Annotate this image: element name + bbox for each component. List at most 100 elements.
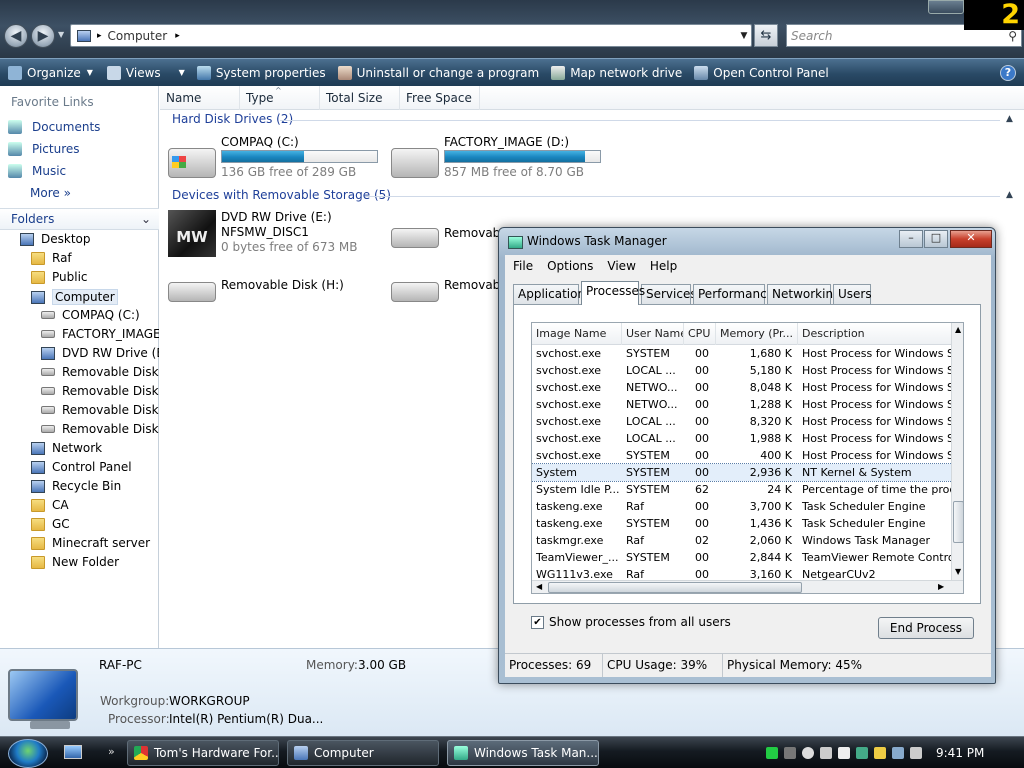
process-row[interactable]: taskeng.exe SYSTEM 00 1,436 K Task Scheduler…	[532, 515, 952, 532]
show-desktop-icon[interactable]	[64, 745, 82, 759]
menu-file[interactable]: File	[513, 259, 533, 273]
end-process-button[interactable]: End Process	[878, 617, 974, 639]
process-row[interactable]: TeamViewer_... SYSTEM 00 2,844 K TeamViewer …	[532, 549, 952, 566]
favorite-link-documents[interactable]: Documents	[8, 120, 100, 134]
group-hard-disk-drives[interactable]: Hard Disk Drives (2)	[172, 112, 293, 126]
network-icon[interactable]	[892, 747, 904, 759]
folder-tree-item[interactable]: Recycle Bin	[0, 479, 159, 493]
breadcrumb-arrow-icon[interactable]: ▸	[175, 31, 180, 41]
show-all-processes-option[interactable]: ✔ Show processes from all users	[531, 615, 731, 629]
tray-app-icon[interactable]	[856, 747, 868, 759]
scroll-down-icon[interactable]: ▼	[955, 567, 961, 576]
tray-app-icon[interactable]	[820, 747, 832, 759]
refresh-button[interactable]: ⇆	[754, 24, 778, 47]
cpu-meter-icon[interactable]	[766, 747, 778, 759]
recent-pages-dropdown-icon[interactable]: ▼	[58, 30, 64, 39]
minimize-button[interactable]	[928, 0, 964, 14]
more-link[interactable]: More »	[30, 186, 71, 200]
process-row[interactable]: svchost.exe SYSTEM 00 400 K Host Process for…	[532, 447, 952, 464]
address-bar[interactable]: ▸ Computer ▸ ▼	[70, 24, 752, 47]
help-icon[interactable]: ?	[1000, 64, 1016, 81]
process-row[interactable]: svchost.exe LOCAL ... 00 1,988 K Host Proces…	[532, 430, 952, 447]
scroll-up-icon[interactable]: ▲	[955, 325, 961, 334]
folder-tree-item[interactable]: Public	[0, 270, 159, 284]
column-image-name[interactable]: Image Name	[532, 323, 622, 345]
map-network-drive-button[interactable]: Map network drive	[551, 61, 682, 85]
collapse-group-icon[interactable]: ▲	[1006, 114, 1013, 124]
tab-performance[interactable]: Performance	[693, 284, 774, 304]
process-row[interactable]: System SYSTEM 00 2,936 K NT Kernel & System	[532, 463, 952, 482]
system-properties-button[interactable]: System properties	[196, 61, 326, 85]
folder-tree-item[interactable]: FACTORY_IMAGE	[0, 327, 159, 341]
clock[interactable]: 9:41 PM	[936, 746, 984, 760]
folder-tree-item[interactable]: New Folder	[0, 555, 159, 569]
volume-icon[interactable]	[910, 747, 922, 759]
drive-d[interactable]: FACTORY_IMAGE (D:) 857 MB free of 8.70 G…	[391, 134, 611, 179]
process-row[interactable]: svchost.exe LOCAL ... 00 5,180 K Host Proces…	[532, 362, 952, 379]
folder-tree-item[interactable]: Minecraft server	[0, 536, 159, 550]
process-row[interactable]: svchost.exe NETWO... 00 8,048 K Host Process…	[532, 379, 952, 396]
folder-tree-item[interactable]: Removable Disk (F	[0, 365, 159, 379]
tab-users[interactable]: Users	[833, 284, 872, 304]
collapse-group-icon[interactable]: ▲	[1006, 190, 1013, 200]
process-row[interactable]: WG111v3.exe Raf 00 3,160 K NetgearCUv2	[532, 566, 952, 580]
column-memory[interactable]: Memory (Pr...	[716, 323, 798, 345]
tab-processes[interactable]: Processes	[581, 281, 645, 305]
process-row[interactable]: System Idle P... SYSTEM 62 24 K Percentage o…	[532, 481, 952, 498]
folder-tree-item[interactable]: GC	[0, 517, 159, 531]
folder-tree-item[interactable]: CA	[0, 498, 159, 512]
folder-tree-item[interactable]: DVD RW Drive (E:)	[0, 346, 159, 360]
scroll-right-icon[interactable]: ▶	[938, 582, 944, 591]
menu-help[interactable]: Help	[650, 259, 677, 273]
folder-tree-item[interactable]: COMPAQ (C:)	[0, 308, 159, 322]
tab-applications[interactable]: Applications	[513, 284, 591, 304]
process-row[interactable]: svchost.exe LOCAL ... 00 8,320 K Host Proces…	[532, 413, 952, 430]
quick-launch-chevron-icon[interactable]: »	[108, 745, 115, 758]
address-dropdown-icon[interactable]: ▼	[737, 31, 751, 41]
folder-tree-item[interactable]: Raf	[0, 251, 159, 265]
taskbar-item-chrome[interactable]: Tom's Hardware For...	[127, 740, 279, 766]
menu-options[interactable]: Options	[547, 259, 593, 273]
process-row[interactable]: svchost.exe NETWO... 00 1,288 K Host Process…	[532, 396, 952, 413]
folders-header[interactable]: Folders ⌄	[0, 208, 159, 230]
breadcrumb-computer[interactable]: Computer	[108, 29, 168, 43]
tab-services[interactable]: Services	[641, 284, 697, 304]
taskbar-item-task-manager[interactable]: Windows Task Man...	[447, 740, 599, 766]
folder-tree-item[interactable]: Network	[0, 441, 159, 455]
taskbar-item-computer[interactable]: Computer	[287, 740, 439, 766]
drive-c[interactable]: COMPAQ (C:) 136 GB free of 289 GB	[168, 134, 378, 179]
vertical-scrollbar[interactable]: ▲ ▼	[951, 323, 963, 580]
tray-app-icon[interactable]	[784, 747, 796, 759]
column-free-space[interactable]: Free Space	[400, 86, 480, 110]
menu-view[interactable]: View	[607, 259, 635, 273]
folder-tree-item[interactable]: Desktop	[0, 232, 159, 246]
drive-removable[interactable]: Removable	[391, 276, 511, 310]
column-user-name[interactable]: User Name	[622, 323, 684, 345]
favorite-link-music[interactable]: Music	[8, 164, 66, 178]
column-description[interactable]: Description	[798, 323, 952, 345]
organize-button[interactable]: Organize ▼	[8, 61, 93, 85]
column-total-size[interactable]: Total Size	[320, 86, 400, 110]
views-button[interactable]: Views ▼	[106, 61, 185, 85]
scroll-left-icon[interactable]: ◀	[536, 582, 542, 591]
drive-dvd-e[interactable]: MW DVD RW Drive (E:) NFSMW_DISC1 0 bytes…	[168, 210, 378, 258]
horizontal-scrollbar[interactable]: ◀ ▶	[532, 580, 963, 593]
process-row[interactable]: taskeng.exe Raf 00 3,700 K Task Scheduler En…	[532, 498, 952, 515]
minimize-button[interactable]: –	[899, 230, 923, 248]
column-cpu[interactable]: CPU	[684, 323, 716, 345]
folder-tree-item[interactable]: Removable Disk (I	[0, 422, 159, 436]
scroll-thumb[interactable]	[548, 582, 802, 593]
process-row[interactable]: taskmgr.exe Raf 02 2,060 K Windows Task Mana…	[532, 532, 952, 549]
column-name[interactable]: Name	[160, 86, 240, 110]
search-icon[interactable]: ⚲	[1008, 29, 1017, 43]
forward-button[interactable]: ▶	[31, 24, 55, 48]
favorite-link-pictures[interactable]: Pictures	[8, 142, 80, 156]
group-removable-storage[interactable]: Devices with Removable Storage (5)	[172, 188, 391, 202]
open-control-panel-button[interactable]: Open Control Panel	[694, 61, 829, 85]
tray-app-icon[interactable]	[874, 747, 886, 759]
folder-tree-item[interactable]: Control Panel	[0, 460, 159, 474]
drive-removable[interactable]: Removable	[391, 222, 511, 256]
tab-networking[interactable]: Networking	[767, 284, 841, 304]
maximize-button[interactable]: □	[924, 230, 948, 248]
drive-removable-h[interactable]: Removable Disk (H:)	[168, 276, 378, 310]
